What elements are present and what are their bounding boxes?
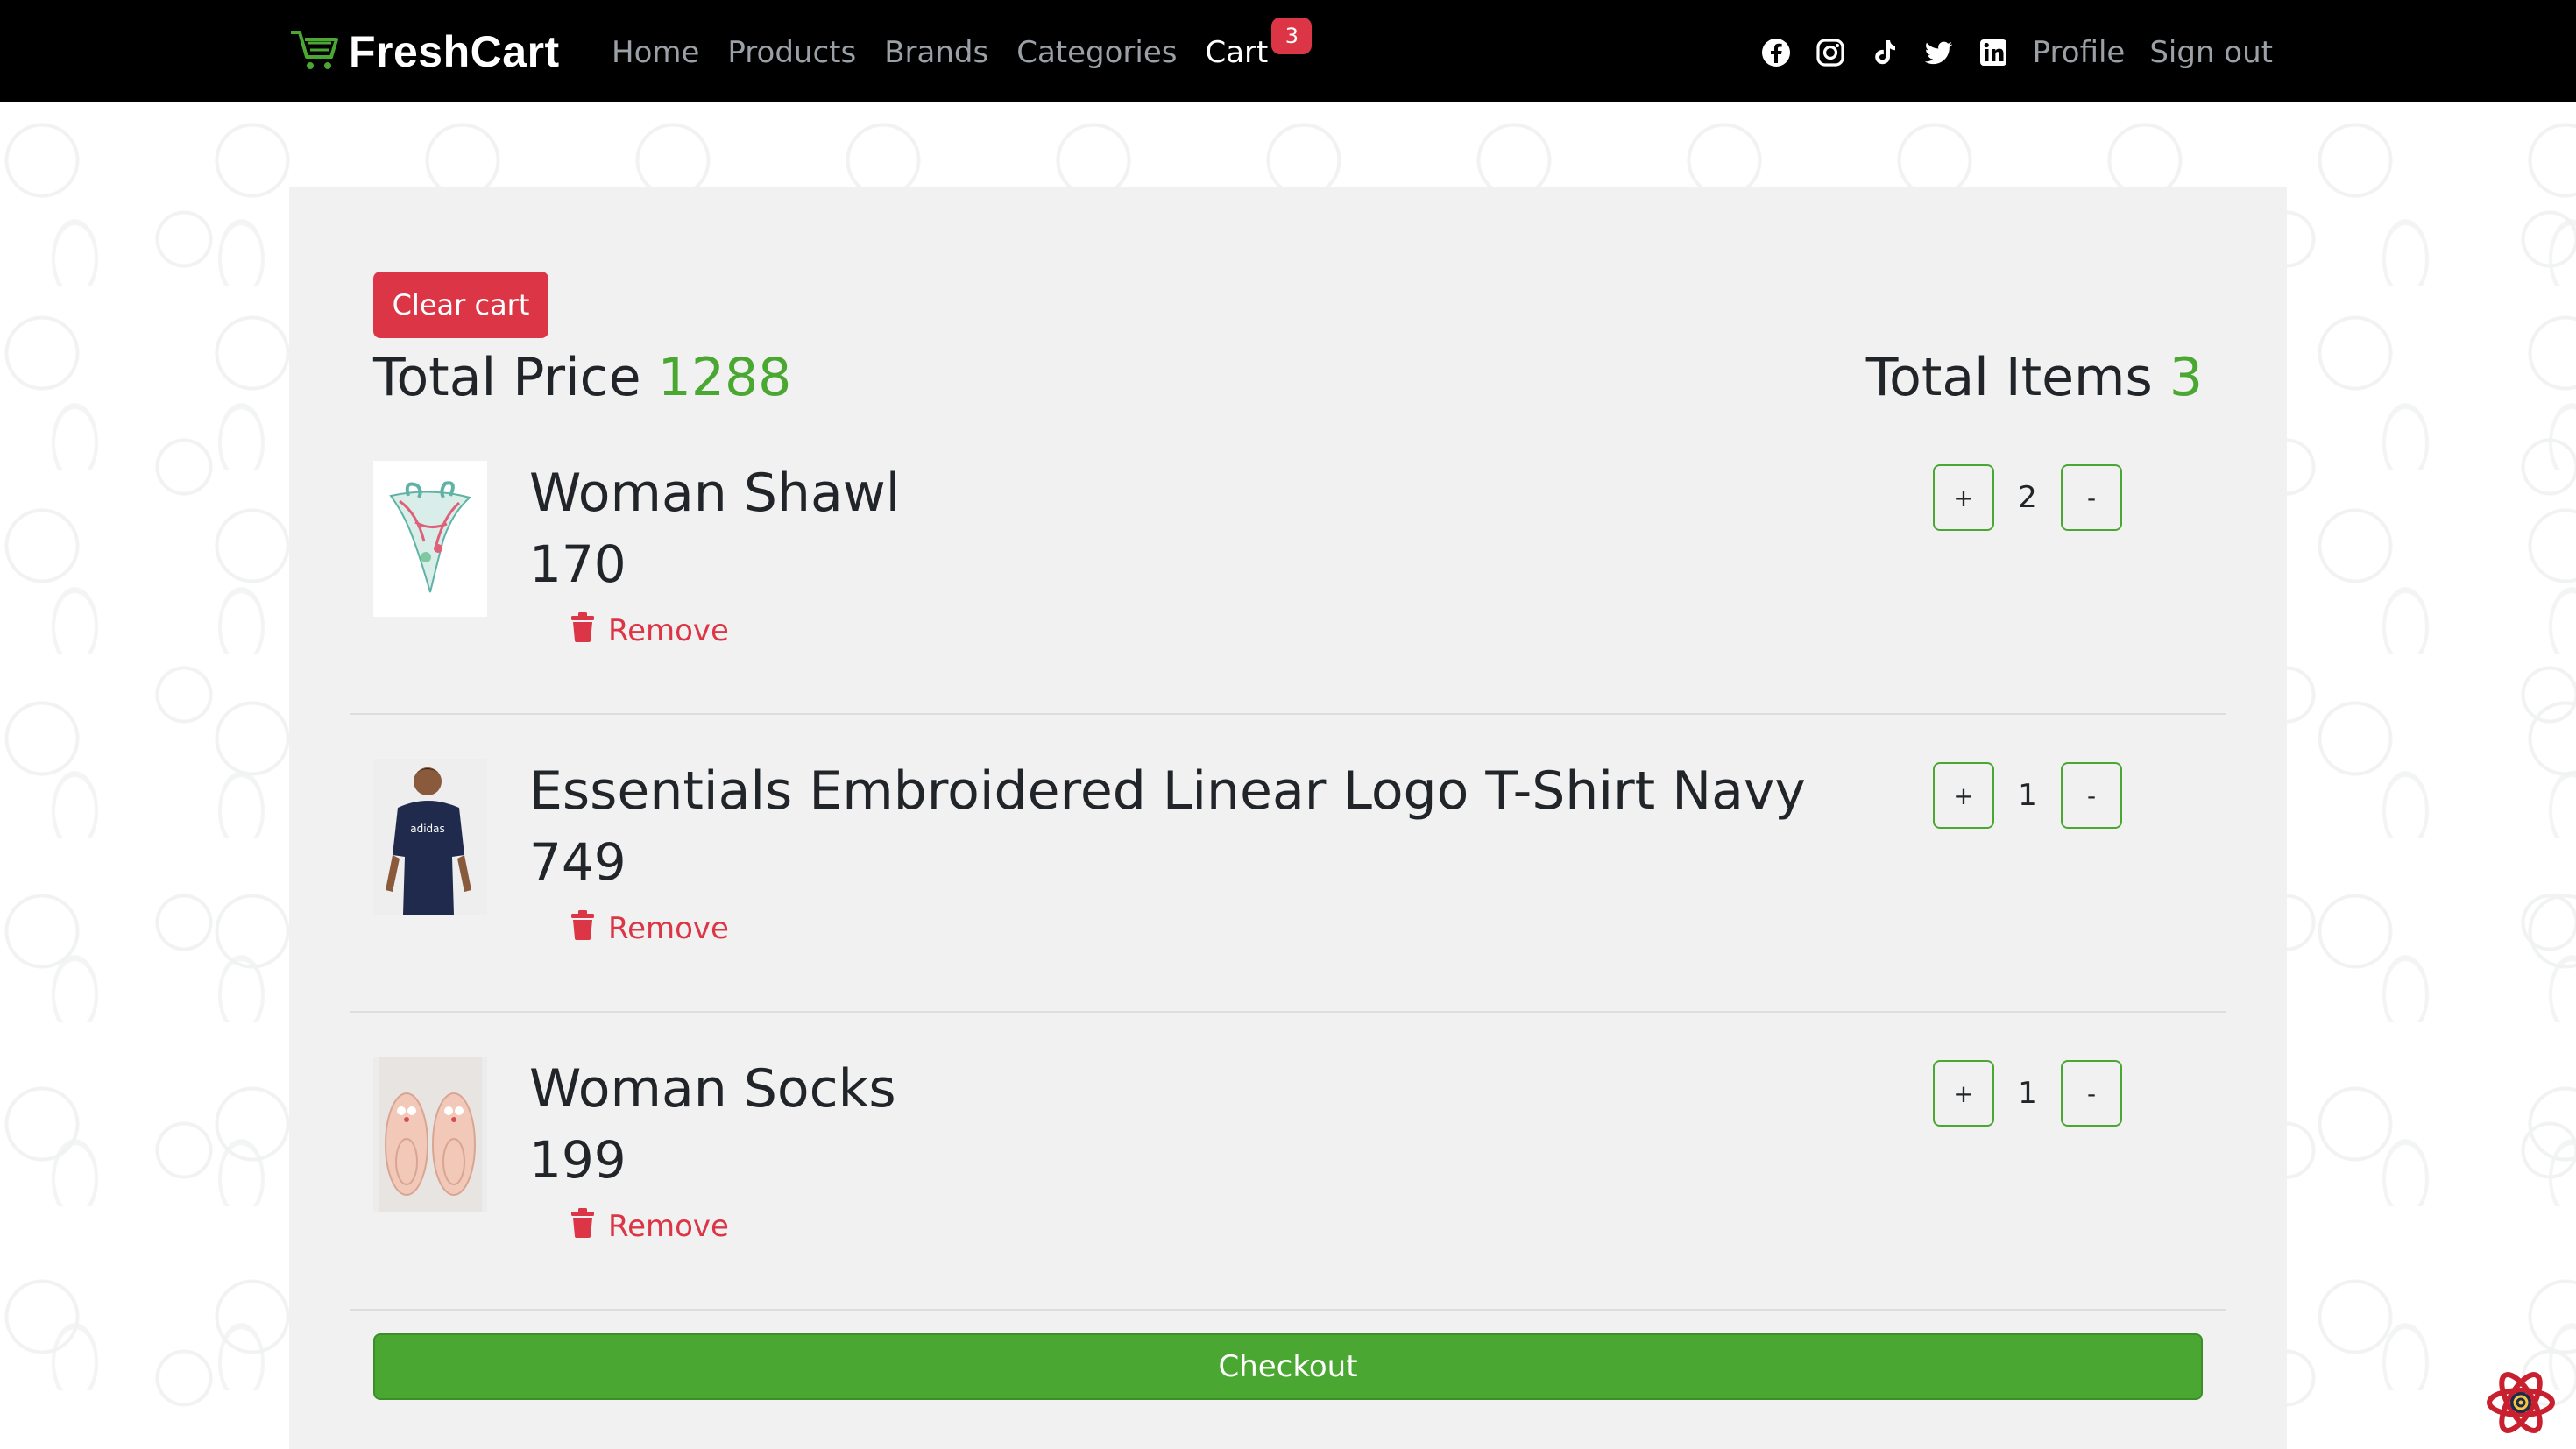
total-price-label: Total Price bbox=[373, 347, 641, 408]
product-price: 749 bbox=[529, 832, 626, 892]
trash-icon bbox=[570, 909, 596, 948]
product-title: Woman Socks bbox=[529, 1058, 896, 1120]
decrease-quantity-button[interactable]: - bbox=[2061, 1060, 2122, 1127]
decrease-quantity-button[interactable]: - bbox=[2061, 464, 2122, 531]
quantity-stepper: + 1 - bbox=[1933, 1060, 2122, 1127]
nav-link-signout[interactable]: Sign out bbox=[2149, 35, 2273, 70]
product-price: 199 bbox=[529, 1130, 626, 1190]
remove-label: Remove bbox=[608, 1209, 729, 1244]
nav-link-products[interactable]: Products bbox=[727, 35, 856, 70]
cart-item: Woman Shawl 170 Remove + 2 - bbox=[350, 417, 2226, 715]
tiktok-icon[interactable] bbox=[1870, 38, 1900, 67]
clear-cart-button[interactable]: Clear cart bbox=[373, 272, 548, 338]
twitter-icon[interactable] bbox=[1924, 38, 1954, 67]
nav-links: Home Products Brands Categories Cart 3 bbox=[612, 18, 1313, 79]
remove-item-button[interactable]: Remove bbox=[570, 1200, 729, 1253]
trash-icon bbox=[570, 611, 596, 650]
brand-logo[interactable]: FreshCart bbox=[289, 25, 560, 79]
cart-panel: Clear cart Total Price 1288 Total Items … bbox=[289, 187, 2287, 1449]
product-image[interactable] bbox=[373, 461, 487, 617]
nav-link-cart-label: Cart bbox=[1205, 35, 1269, 70]
nav-link-categories[interactable]: Categories bbox=[1016, 35, 1177, 70]
nav-link-brands[interactable]: Brands bbox=[884, 35, 988, 70]
product-title: Woman Shawl bbox=[529, 463, 901, 524]
trash-icon bbox=[570, 1207, 596, 1246]
total-price-value: 1288 bbox=[657, 347, 792, 408]
svg-text:adidas: adidas bbox=[410, 823, 445, 835]
total-items-label: Total Items bbox=[1865, 347, 2153, 408]
quantity-value: 2 bbox=[2018, 480, 2037, 515]
navbar: FreshCart Home Products Brands Categorie… bbox=[0, 0, 2576, 102]
facebook-icon[interactable] bbox=[1761, 38, 1791, 67]
remove-item-button[interactable]: Remove bbox=[570, 902, 729, 955]
total-items: Total Items 3 bbox=[1866, 347, 2203, 408]
product-title: Essentials Embroidered Linear Logo T-Shi… bbox=[529, 760, 1806, 822]
quantity-stepper: + 2 - bbox=[1933, 464, 2122, 531]
product-image[interactable]: adidas bbox=[373, 759, 487, 915]
nav-link-home[interactable]: Home bbox=[612, 35, 699, 70]
cart-item: Woman Socks 199 Remove + 1 - bbox=[350, 1013, 2226, 1311]
instagram-icon[interactable] bbox=[1815, 38, 1845, 67]
total-price: Total Price 1288 bbox=[373, 347, 791, 408]
product-image[interactable] bbox=[373, 1057, 487, 1212]
cart-summary: Total Price 1288 Total Items 3 bbox=[373, 338, 2203, 417]
total-items-value: 3 bbox=[2169, 347, 2203, 408]
nav-link-cart[interactable]: Cart 3 bbox=[1205, 18, 1313, 70]
checkout-button[interactable]: Checkout bbox=[373, 1333, 2203, 1400]
quantity-value: 1 bbox=[2018, 778, 2037, 813]
product-price: 170 bbox=[529, 534, 626, 594]
cart-logo-icon bbox=[289, 27, 340, 76]
quantity-stepper: + 1 - bbox=[1933, 762, 2122, 829]
cart-item: adidas Essentials Embroidered Linear Log… bbox=[350, 715, 2226, 1013]
increase-quantity-button[interactable]: + bbox=[1933, 762, 1994, 829]
quantity-value: 1 bbox=[2018, 1076, 2037, 1111]
remove-label: Remove bbox=[608, 911, 729, 946]
react-devtools-icon[interactable] bbox=[2485, 1367, 2557, 1438]
cart-count-badge: 3 bbox=[1271, 18, 1313, 54]
brand-name: FreshCart bbox=[349, 27, 560, 76]
nav-link-profile[interactable]: Profile bbox=[2033, 35, 2126, 70]
linkedin-icon[interactable] bbox=[1978, 38, 2008, 67]
increase-quantity-button[interactable]: + bbox=[1933, 464, 1994, 531]
remove-item-button[interactable]: Remove bbox=[570, 604, 729, 657]
increase-quantity-button[interactable]: + bbox=[1933, 1060, 1994, 1127]
remove-label: Remove bbox=[608, 613, 729, 648]
nav-right: Profile Sign out bbox=[1761, 26, 2273, 79]
decrease-quantity-button[interactable]: - bbox=[2061, 762, 2122, 829]
